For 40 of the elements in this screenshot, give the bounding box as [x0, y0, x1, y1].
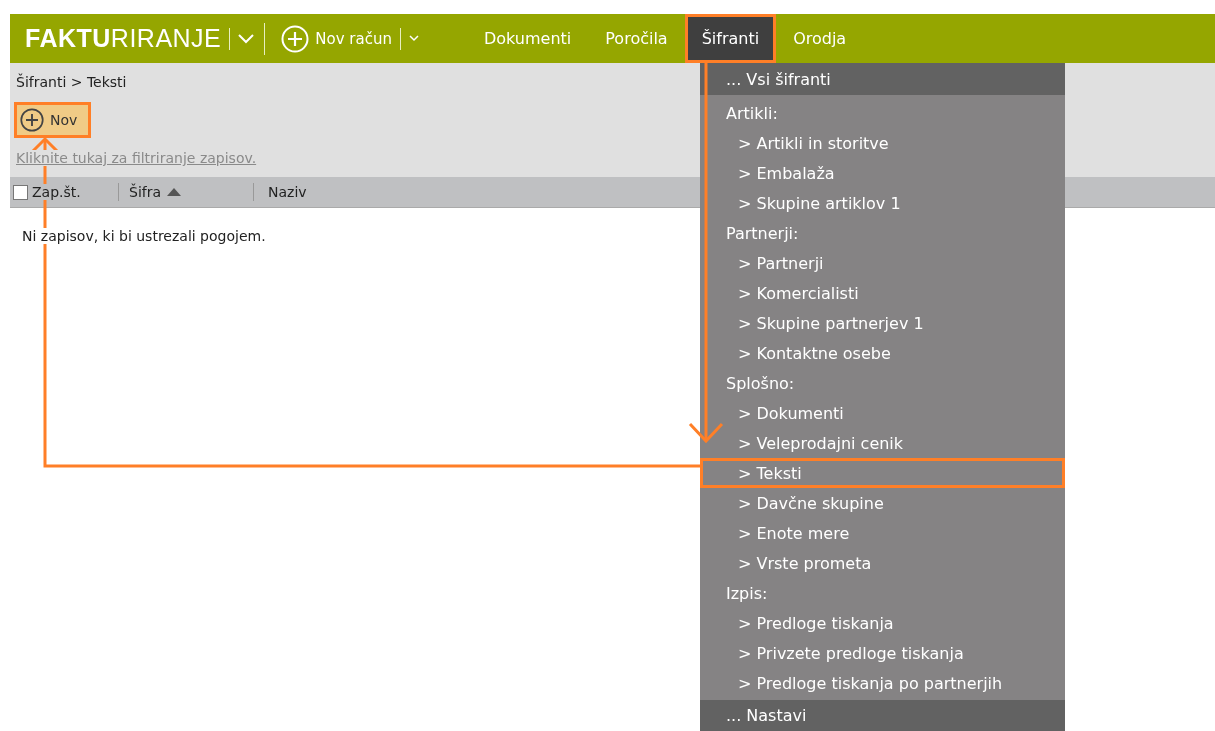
new-button[interactable]: Nov: [14, 102, 92, 138]
sort-ascending-icon: [167, 188, 182, 196]
menu-item[interactable]: > Predloge tiskanja po partnerjih: [700, 668, 1065, 698]
menu-item[interactable]: > Veleprodajni cenik: [700, 428, 1065, 458]
menu-item[interactable]: ... Vsi šifranti: [700, 63, 1065, 95]
nav-menu-item[interactable]: Poročila: [588, 14, 685, 63]
menu-item[interactable]: > Komercialisti: [700, 278, 1065, 308]
plus-circle-icon: [20, 108, 44, 132]
menu-item[interactable]: > Skupine partnerjev 1: [700, 308, 1065, 338]
menu-item[interactable]: > Predloge tiskanja: [700, 608, 1065, 638]
menu-item[interactable]: > Enote mere: [700, 518, 1065, 548]
nav-menu-item[interactable]: Dokumenti: [466, 14, 589, 63]
menu-item[interactable]: > Dokumenti: [700, 398, 1065, 428]
chevron-down-icon[interactable]: [408, 35, 419, 42]
menu-item[interactable]: ... Nastavi: [700, 700, 1065, 731]
app-logo[interactable]: FAKTURIRANJE: [25, 24, 222, 53]
menu-item[interactable]: > Embalaža: [700, 158, 1065, 188]
empty-message: Ni zapisov, ki bi ustrezali pogojem.: [22, 228, 266, 244]
column-header[interactable]: Naziv: [268, 184, 307, 200]
menu-group-label: Partnerji:: [726, 223, 799, 243]
menu-group-label: Artikli:: [726, 103, 778, 123]
column-header[interactable]: Zap.št.: [32, 184, 81, 200]
plus-circle-icon: [281, 24, 310, 53]
menu-group-label: Splošno:: [726, 373, 795, 393]
menu-item[interactable]: > Artikli in storitve: [700, 128, 1065, 158]
menu-item[interactable]: > Davčne skupine: [700, 488, 1065, 518]
menu-item[interactable]: > Kontaktne osebe: [700, 338, 1065, 368]
chevron-down-icon[interactable]: [238, 33, 255, 44]
new-invoice-link[interactable]: Nov račun: [315, 29, 392, 48]
menu-item[interactable]: > Teksti: [700, 458, 1065, 488]
menu-item[interactable]: > Privzete predloge tiskanja: [700, 638, 1065, 668]
breadcrumb: Šifranti > Teksti: [16, 74, 127, 90]
column-header[interactable]: Šifra: [129, 184, 162, 200]
select-all-checkbox[interactable]: [13, 184, 28, 200]
menu-item[interactable]: > Vrste prometa: [700, 548, 1065, 578]
menu-group-label: Izpis:: [726, 583, 768, 603]
nav-menu-item[interactable]: Orodja: [776, 14, 864, 63]
menu-item[interactable]: > Skupine artiklov 1: [700, 188, 1065, 218]
menu-item[interactable]: > Partnerji: [700, 248, 1065, 278]
nav-menu-item[interactable]: Šifranti: [684, 14, 777, 63]
